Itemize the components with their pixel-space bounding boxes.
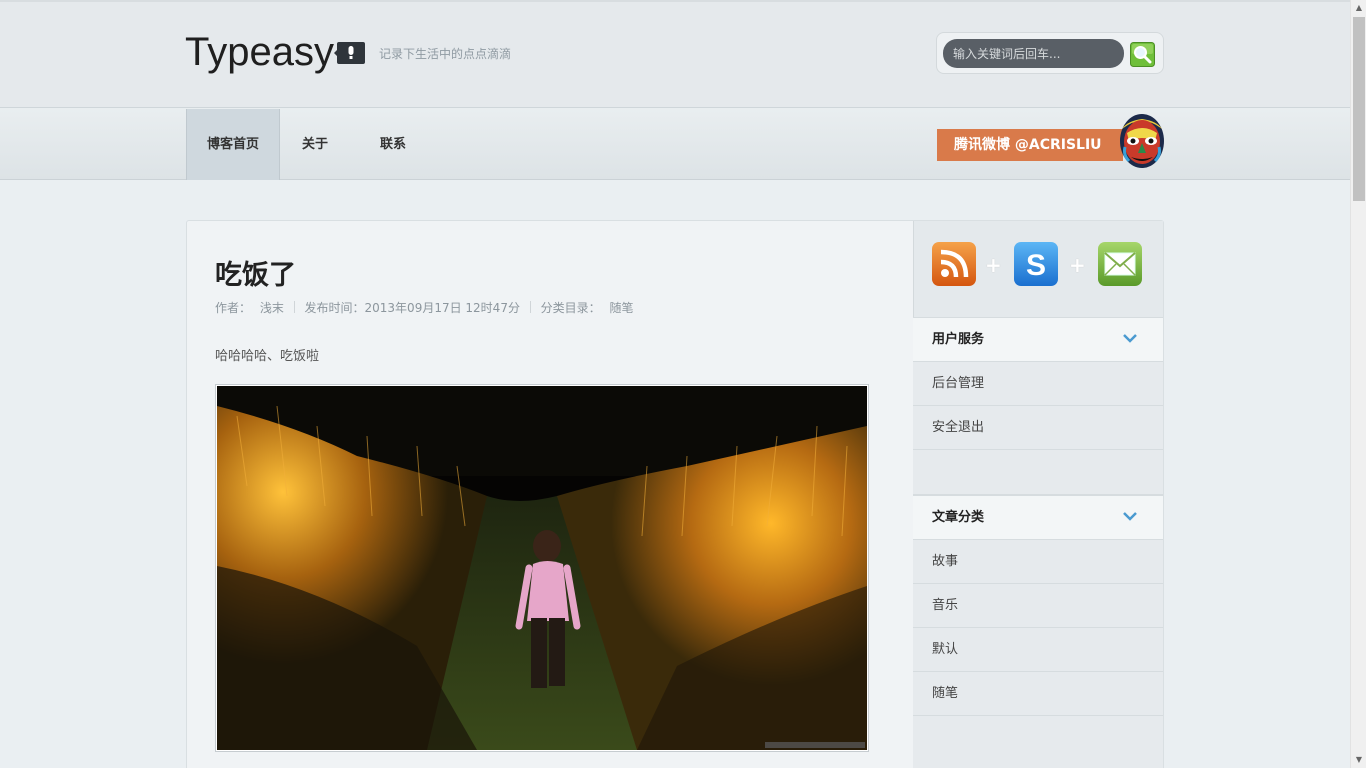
mail-icon[interactable] xyxy=(1098,242,1142,286)
sidebar-spacer xyxy=(913,716,1163,768)
section-title: 文章分类 xyxy=(932,510,985,525)
svg-text:S: S xyxy=(1026,249,1046,282)
site-tagline: 记录下生活中的点点滴滴 xyxy=(379,47,512,61)
scroll-up-arrow-icon[interactable]: ▲ xyxy=(1351,0,1366,16)
category-label: 分类目录： xyxy=(540,301,601,315)
site-logo[interactable]: Typeasy xyxy=(185,30,334,75)
meta-divider xyxy=(293,301,295,313)
sidebar-item-category[interactable]: 音乐 xyxy=(913,584,1163,628)
post-image[interactable] xyxy=(215,384,869,752)
author-link[interactable]: 浅末 xyxy=(260,299,284,316)
main-nav: 博客首页 关于 联系 腾讯微博 @ACRISLIU xyxy=(0,108,1350,180)
scroll-down-arrow-icon[interactable]: ▼ xyxy=(1351,752,1366,768)
search-box xyxy=(936,32,1164,74)
sidebar-item-category[interactable]: 故事 xyxy=(913,540,1163,584)
page-scrollbar[interactable]: ▲ ▼ xyxy=(1350,0,1366,768)
post-title[interactable]: 吃饭了 xyxy=(215,253,296,292)
nav-item-about[interactable]: 关于 xyxy=(281,109,349,180)
search-input[interactable] xyxy=(943,39,1124,68)
weibo-link-button[interactable]: 腾讯微博 @ACRISLIU xyxy=(937,129,1123,161)
chevron-down-icon xyxy=(1123,512,1137,521)
nav-item-home[interactable]: 博客首页 xyxy=(186,109,280,180)
post-meta: 作者： 浅末 发布时间：2013年09月17日 12时47分 分类目录： 随笔 xyxy=(215,299,633,316)
nav-item-contact[interactable]: 联系 xyxy=(358,109,428,180)
author-label: 作者： xyxy=(215,301,252,315)
chevron-down-icon xyxy=(1123,334,1137,343)
publish-time: 发布时间：2013年09月17日 12时47分 xyxy=(304,301,520,315)
lightbulb-icon xyxy=(334,40,365,66)
sidebar-section-user-service[interactable]: 用户服务 xyxy=(913,317,1163,362)
sidebar-item-category[interactable]: 随笔 xyxy=(913,672,1163,716)
rss-icon[interactable] xyxy=(932,242,976,286)
post-excerpt: 哈哈哈哈、吃饭啦 xyxy=(215,349,320,364)
search-button[interactable] xyxy=(1130,42,1155,67)
sidebar-section-categories[interactable]: 文章分类 xyxy=(913,495,1163,540)
sidebar-item-admin[interactable]: 后台管理 xyxy=(913,362,1163,406)
scrollbar-thumb[interactable] xyxy=(1353,17,1365,201)
sidebar-item-category[interactable]: 默认 xyxy=(913,628,1163,672)
skype-icon[interactable]: S xyxy=(1014,242,1058,286)
section-title: 用户服务 xyxy=(932,332,985,347)
social-links: + S + xyxy=(932,242,1142,288)
sidebar-item-logout[interactable]: 安全退出 xyxy=(913,406,1163,450)
search-icon xyxy=(1130,42,1155,67)
meta-divider xyxy=(529,301,531,313)
plus-separator: + xyxy=(985,253,1002,277)
sidebar-spacer xyxy=(913,450,1163,495)
category-link[interactable]: 随笔 xyxy=(609,299,633,316)
opera-mask-avatar xyxy=(1117,111,1167,171)
plus-separator: + xyxy=(1069,253,1086,277)
